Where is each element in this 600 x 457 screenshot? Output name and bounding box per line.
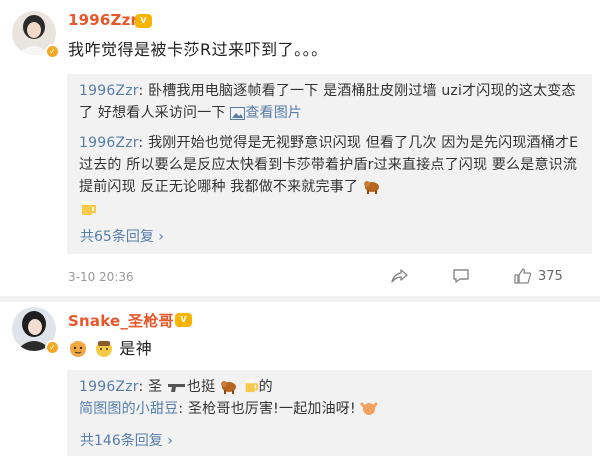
reply-username[interactable]: 1996Zzr <box>79 83 138 99</box>
reply-text: 我刚开始也觉得是无视野意识闪现 但看了几次 因为是先闪现酒桶才E过去的 所以要么… <box>79 135 579 195</box>
comment-username[interactable]: 1996Zzr <box>68 11 138 29</box>
beer-emoji-icon <box>245 379 258 393</box>
comment-icon[interactable] <box>452 268 470 284</box>
vip-badge-icon: V <box>175 313 192 327</box>
more-replies-label: 共146条回复 <box>80 433 163 449</box>
like-count: 375 <box>538 268 563 284</box>
comment-text: 我咋觉得是被卡莎R过来吓到了。。。 <box>68 40 328 59</box>
reply-box: 1996Zzr: 圣 也挺 的 简图图的小甜豆: 圣枪哥也厉害!一起加油呀! 共… <box>67 370 592 456</box>
reply-item[interactable]: 1996Zzr: 卧槽我用电脑逐帧看了一下 是酒桶肚皮刚过墙 uzi才闪现的这太… <box>79 80 582 124</box>
comment-item: ✓ Snake_圣枪哥 V 是神 1996Zzr: 圣 也挺 的 简图图的小甜豆… <box>0 300 600 457</box>
view-image-link[interactable]: 查看图片 <box>230 105 302 121</box>
more-replies-link[interactable]: 共146条回复 › <box>80 430 173 450</box>
reply-item[interactable]: 1996Zzr: 圣 也挺 的 <box>79 376 582 398</box>
like-icon[interactable] <box>514 268 532 284</box>
comment-actions: 375 <box>390 268 563 284</box>
more-replies-link[interactable]: 共65条回复 › <box>80 226 164 246</box>
reply-colon: : <box>178 401 188 417</box>
reply-text-c: 的 <box>258 379 273 395</box>
reply-colon: : <box>138 135 149 151</box>
chevron-right-icon: › <box>167 433 173 449</box>
verified-badge-icon: ✓ <box>45 340 60 355</box>
comment-item: ✓ 1996Zzr V 我咋觉得是被卡莎R过来吓到了。。。 1996Zzr: 卧… <box>0 0 600 298</box>
cheer-emoji-icon <box>360 402 378 415</box>
comment-username[interactable]: Snake_圣枪哥 <box>68 310 174 331</box>
face-emoji-icon <box>95 341 112 357</box>
view-image-label: 查看图片 <box>245 105 303 121</box>
reply-item[interactable]: 简图图的小甜豆: 圣枪哥也厉害!一起加油呀! <box>79 398 582 420</box>
share-icon[interactable] <box>390 268 408 284</box>
reply-colon: : <box>138 83 149 99</box>
comment-text: 是神 <box>68 335 152 359</box>
reply-username[interactable]: 简图图的小甜豆 <box>79 401 178 417</box>
image-icon <box>230 107 246 120</box>
comment-timestamp: 3-10 20:36 <box>68 270 134 284</box>
reply-username[interactable]: 1996Zzr <box>79 379 138 395</box>
reply-text-a: 圣 <box>148 379 163 395</box>
more-replies-label: 共65条回复 <box>80 229 154 245</box>
beer-emoji-icon <box>82 201 96 215</box>
chevron-right-icon: › <box>158 229 164 245</box>
cow-emoji-icon <box>220 381 236 394</box>
comment-text-label: 是神 <box>119 339 153 358</box>
reply-item[interactable]: 1996Zzr: 我刚开始也觉得是无视野意识闪现 但看了几次 因为是先闪现酒桶才… <box>79 132 582 220</box>
cow-emoji-icon <box>363 181 379 194</box>
reply-colon: : <box>138 379 149 395</box>
reply-box: 1996Zzr: 卧槽我用电脑逐帧看了一下 是酒桶肚皮刚过墙 uzi才闪现的这太… <box>67 74 592 254</box>
reply-text: 圣枪哥也厉害!一起加油呀! <box>187 401 356 417</box>
verified-badge-icon: ✓ <box>45 44 60 59</box>
cat-emoji-icon <box>70 341 86 357</box>
gun-emoji-icon <box>167 384 185 392</box>
vip-badge-icon: V <box>135 14 152 28</box>
reply-username[interactable]: 1996Zzr <box>79 135 138 151</box>
reply-text-b: 也挺 <box>186 379 216 395</box>
reply-text: 卧槽我用电脑逐帧看了一下 是酒桶肚皮刚过墙 uzi才闪现的这太变态了 好想看人采… <box>79 83 576 121</box>
